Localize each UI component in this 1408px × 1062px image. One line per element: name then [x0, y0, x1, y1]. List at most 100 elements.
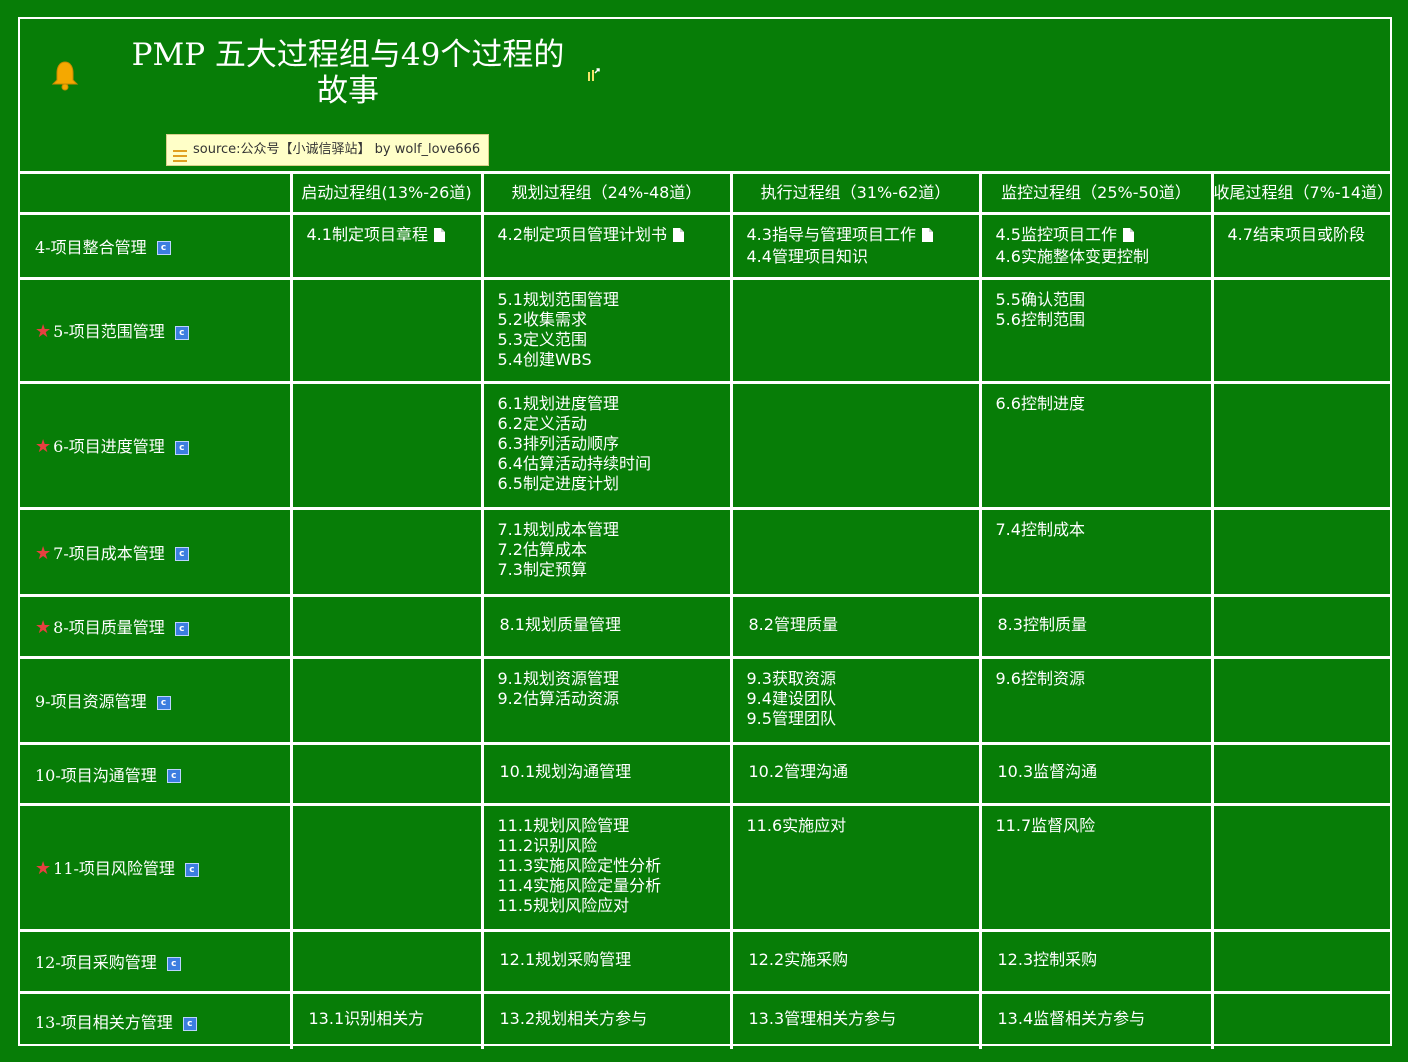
process-item[interactable]: 4.3指导与管理项目工作	[747, 225, 979, 247]
c-icon[interactable]: c	[166, 769, 181, 783]
c-icon[interactable]: c	[174, 547, 189, 561]
c-icon[interactable]: c	[184, 862, 199, 877]
bell-icon	[50, 59, 80, 95]
column-header[interactable]: 执行过程组（31%-62道）	[729, 171, 982, 215]
process-cell-planning: 12.1规划采购管理	[480, 928, 733, 994]
process-item[interactable]: 7.4控制成本	[996, 520, 1211, 540]
process-cell-executing	[729, 380, 982, 510]
process-item[interactable]: 11.5规划风险应对	[498, 896, 730, 916]
process-item[interactable]: 7.1规划成本管理	[498, 520, 730, 540]
process-item[interactable]: 13.1识别相关方	[309, 1009, 481, 1029]
process-item[interactable]: 9.5管理团队	[747, 709, 979, 729]
process-cell-initiating	[289, 380, 484, 510]
process-item[interactable]: 6.1规划进度管理	[498, 394, 730, 414]
process-item[interactable]: 5.3定义范围	[498, 330, 730, 350]
process-item[interactable]: 4.6实施整体变更控制	[996, 247, 1211, 267]
knowledge-area-cell[interactable]: 12-项目采购管理 c	[20, 928, 293, 994]
knowledge-area-cell[interactable]: 4-项目整合管理 c	[20, 211, 293, 280]
process-item[interactable]: 8.3控制质量	[998, 615, 1211, 635]
process-item[interactable]: 12.1规划采购管理	[500, 950, 730, 970]
process-cell-closing	[1210, 655, 1390, 745]
knowledge-area-cell[interactable]: ★ 11-项目风险管理 c	[20, 802, 293, 932]
process-cell-executing	[729, 506, 982, 597]
process-item[interactable]: 11.3实施风险定性分析	[498, 856, 730, 876]
knowledge-area-row: 4-项目整合管理 c 4.1制定项目章程 4.2制定项目管理计划书 4.3指导与管理项目…	[20, 211, 1391, 280]
note-icon[interactable]	[672, 227, 684, 247]
process-item[interactable]: 12.3控制采购	[998, 950, 1211, 970]
process-item[interactable]: 11.1规划风险管理	[498, 816, 730, 836]
c-icon[interactable]: c	[182, 1016, 197, 1031]
c-icon[interactable]: c	[174, 325, 189, 340]
column-header[interactable]: 收尾过程组（7%-14道）	[1210, 171, 1393, 215]
process-cell-planning: 6.1规划进度管理 6.2定义活动 6.3排列活动顺序 6.4估算活动持续时间 6.5制…	[480, 380, 733, 510]
process-item[interactable]: 10.3监督沟通	[998, 762, 1211, 782]
column-header[interactable]: 监控过程组（25%-50道）	[978, 171, 1214, 215]
process-item[interactable]: 5.1规划范围管理	[498, 290, 730, 310]
process-item[interactable]: 8.1规划质量管理	[500, 615, 730, 635]
note-icon[interactable]	[1122, 227, 1134, 247]
process-item[interactable]: 11.7监督风险	[996, 816, 1211, 836]
note-icon[interactable]	[921, 227, 933, 247]
process-item[interactable]: 4.5监控项目工作	[996, 225, 1211, 247]
process-item[interactable]: 4.4管理项目知识	[747, 247, 979, 267]
process-item[interactable]: 12.2实施采购	[749, 950, 979, 970]
knowledge-area-cell[interactable]: 10-项目沟通管理 c	[20, 741, 293, 806]
note-icon[interactable]	[433, 227, 445, 247]
expand-icon[interactable]	[586, 67, 602, 87]
knowledge-area-cell[interactable]: ★ 8-项目质量管理 c	[20, 593, 293, 659]
process-item[interactable]: 6.2定义活动	[498, 414, 730, 434]
c-icon[interactable]: c	[174, 440, 189, 455]
process-label: 12.2实施采购	[748, 949, 849, 969]
process-item[interactable]: 9.3获取资源	[747, 669, 979, 689]
process-cell-monitoring: 12.3控制采购	[978, 928, 1214, 994]
process-item[interactable]: 5.2收集需求	[498, 310, 730, 330]
star-icon: ★	[35, 436, 52, 457]
process-item[interactable]: 11.2识别风险	[498, 836, 730, 856]
process-item[interactable]: 9.4建设团队	[747, 689, 979, 709]
process-cell-initiating	[289, 928, 484, 994]
process-item[interactable]: 4.7结束项目或阶段	[1228, 225, 1391, 245]
process-item[interactable]: 13.3管理相关方参与	[749, 1009, 979, 1029]
process-label: 4.2制定项目管理计划书	[497, 224, 667, 244]
process-item[interactable]: 10.1规划沟通管理	[500, 762, 730, 782]
process-cell-closing: 4.7结束项目或阶段	[1210, 211, 1391, 280]
process-item[interactable]: 11.4实施风险定量分析	[498, 876, 730, 896]
process-item[interactable]: 9.1规划资源管理	[498, 669, 730, 689]
knowledge-area-cell[interactable]: ★ 7-项目成本管理 c	[20, 506, 293, 597]
knowledge-area-cell[interactable]: ★ 5-项目范围管理 c	[20, 276, 293, 384]
process-item[interactable]: 6.4估算活动持续时间	[498, 454, 730, 474]
process-label: 7.4控制成本	[995, 519, 1085, 539]
process-item[interactable]: 4.1制定项目章程	[307, 225, 481, 247]
process-item[interactable]: 8.2管理质量	[749, 615, 979, 635]
c-icon[interactable]: c	[174, 621, 189, 636]
process-item[interactable]: 9.6控制资源	[996, 669, 1211, 689]
process-item[interactable]: 10.2管理沟通	[749, 762, 979, 782]
process-item[interactable]: 6.6控制进度	[996, 394, 1211, 414]
process-label: 13.1识别相关方	[308, 1009, 425, 1028]
process-item[interactable]: 13.2规划相关方参与	[500, 1009, 730, 1029]
process-item[interactable]: 7.3制定预算	[498, 560, 730, 580]
process-item[interactable]: 13.4监督相关方参与	[998, 1009, 1211, 1029]
c-icon[interactable]: c	[156, 695, 171, 710]
process-item[interactable]: 5.4创建WBS	[498, 350, 730, 370]
process-item[interactable]: 5.5确认范围	[996, 290, 1211, 310]
knowledge-area-cell[interactable]: ★ 6-项目进度管理 c	[20, 380, 293, 510]
column-header[interactable]: 启动过程组(13%-26道)	[289, 171, 484, 215]
process-cell-initiating: 13.1识别相关方	[289, 990, 484, 1049]
process-item[interactable]: 11.6实施应对	[747, 816, 979, 836]
process-label: 4.7结束项目或阶段	[1227, 224, 1365, 244]
process-label: 6.6控制进度	[995, 393, 1085, 413]
c-icon[interactable]: c	[156, 241, 171, 255]
knowledge-area-cell[interactable]: 13-项目相关方管理 c	[20, 990, 293, 1049]
process-item[interactable]: 6.3排列活动顺序	[498, 434, 730, 454]
process-item[interactable]: 7.2估算成本	[498, 540, 730, 560]
process-item[interactable]: 5.6控制范围	[996, 310, 1211, 330]
process-item[interactable]: 9.2估算活动资源	[498, 689, 730, 709]
process-item[interactable]: 6.5制定进度计划	[498, 474, 730, 494]
process-item[interactable]: 4.2制定项目管理计划书	[498, 225, 730, 247]
process-cell-monitoring: 11.7监督风险	[978, 802, 1214, 932]
c-icon[interactable]: c	[166, 956, 181, 971]
column-header[interactable]: 规划过程组（24%-48道）	[480, 171, 733, 215]
knowledge-area-cell[interactable]: 9-项目资源管理 c	[20, 655, 293, 745]
process-label: 10.2管理沟通	[748, 762, 849, 781]
